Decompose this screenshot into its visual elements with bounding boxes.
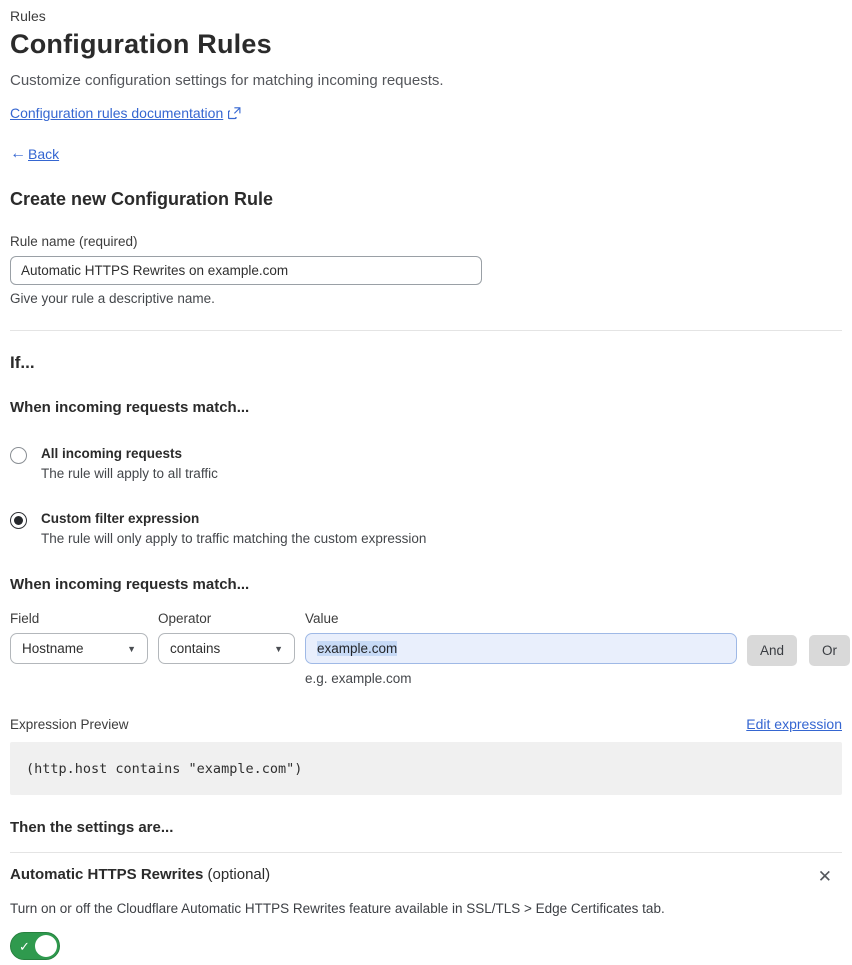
field-select-value: Hostname	[22, 641, 84, 656]
page-subtitle: Customize configuration settings for mat…	[10, 72, 444, 89]
expression-builder-heading: When incoming requests match...	[10, 576, 250, 593]
back-link[interactable]: Back	[28, 146, 59, 162]
chevron-down-icon: ▼	[127, 643, 136, 654]
operator-select[interactable]: contains ▼	[158, 633, 295, 664]
radio-button-checked[interactable]	[10, 512, 27, 529]
documentation-link[interactable]: Configuration rules documentation	[10, 105, 223, 121]
value-input[interactable]: example.com	[305, 633, 737, 664]
field-select[interactable]: Hostname ▼	[10, 633, 148, 664]
close-icon[interactable]: ✕	[814, 866, 836, 887]
edit-expression-link[interactable]: Edit expression	[746, 716, 842, 732]
external-link-icon	[228, 106, 241, 120]
chevron-down-icon: ▼	[274, 643, 283, 654]
radio-option-custom-filter[interactable]: Custom filter expression The rule will o…	[10, 511, 842, 546]
breadcrumb: Rules	[10, 8, 46, 24]
expression-preview-label: Expression Preview	[10, 716, 129, 732]
rule-name-label: Rule name (required)	[10, 234, 138, 249]
if-heading: If...	[10, 353, 35, 372]
back-arrow-icon: ←	[10, 145, 26, 162]
operator-select-value: contains	[170, 641, 221, 656]
then-settings-heading: Then the settings are...	[10, 819, 174, 836]
setting-description: Turn on or off the Cloudflare Automatic …	[10, 901, 665, 916]
check-icon: ✓	[19, 939, 30, 954]
radio-description: The rule will only apply to traffic matc…	[41, 531, 427, 546]
setting-card-automatic-https-rewrites: Automatic HTTPS Rewrites (optional) ✕ Tu…	[10, 852, 842, 965]
toggle-knob	[35, 935, 57, 957]
radio-label: All incoming requests	[41, 446, 183, 461]
radio-description: The rule will apply to all traffic	[41, 466, 218, 481]
value-label: Value	[305, 611, 339, 626]
section-divider	[10, 330, 842, 331]
and-button[interactable]: And	[747, 635, 798, 666]
when-match-heading: When incoming requests match...	[10, 399, 250, 416]
configuration-rules-page: Rules Configuration Rules Customize conf…	[10, 8, 851, 965]
radio-option-all-requests[interactable]: All incoming requests The rule will appl…	[10, 446, 842, 481]
value-help: e.g. example.com	[305, 671, 412, 686]
radio-button-unchecked[interactable]	[10, 447, 27, 464]
create-rule-heading: Create new Configuration Rule	[10, 189, 274, 209]
rule-name-input[interactable]	[10, 256, 482, 285]
radio-label: Custom filter expression	[41, 511, 200, 526]
field-label: Field	[10, 611, 40, 626]
or-button[interactable]: Or	[809, 635, 851, 666]
automatic-https-rewrites-toggle[interactable]: ✓	[10, 932, 60, 960]
operator-label: Operator	[158, 611, 212, 626]
page-title: Configuration Rules	[10, 29, 272, 59]
setting-optional-tag: (optional)	[203, 866, 271, 883]
expression-preview-code: (http.host contains "example.com")	[10, 742, 842, 795]
setting-name: Automatic HTTPS Rewrites	[10, 866, 204, 883]
rule-name-help: Give your rule a descriptive name.	[10, 291, 215, 306]
value-input-text: example.com	[317, 641, 398, 656]
